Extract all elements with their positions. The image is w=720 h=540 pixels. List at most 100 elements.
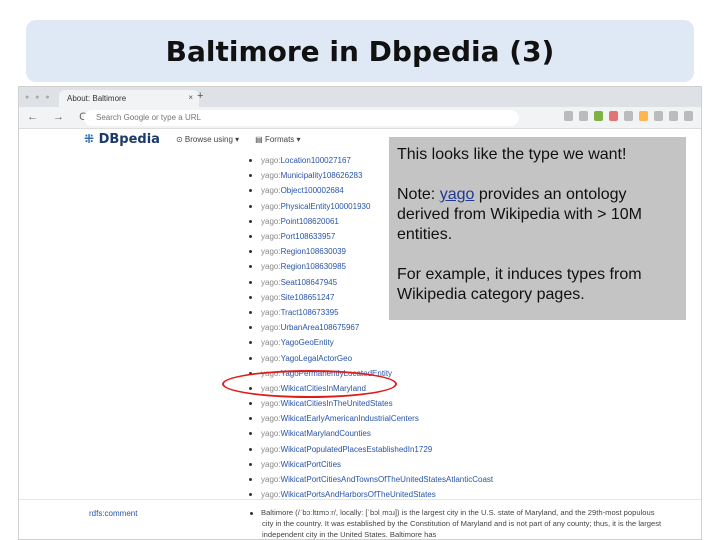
new-tab-button[interactable]: + bbox=[197, 90, 203, 102]
type-list-item: yago: WikicatPortCitiesAndTownsOfTheUnite… bbox=[249, 472, 689, 487]
type-link[interactable]: Region108630985 bbox=[281, 262, 346, 271]
list-bullet bbox=[249, 310, 252, 314]
window-controls-icon[interactable]: ● ● ● bbox=[25, 94, 52, 101]
extension-icon[interactable] bbox=[564, 111, 573, 121]
browser-tab[interactable]: About: Baltimore × bbox=[59, 90, 199, 107]
annotation-callout: This looks like the type we want! Note: … bbox=[389, 137, 686, 320]
callout-line-3: For example, it induces types from Wikip… bbox=[397, 266, 642, 303]
browse-label: Browse using bbox=[184, 135, 233, 144]
close-icon[interactable]: × bbox=[188, 93, 193, 102]
list-bullet bbox=[249, 280, 252, 284]
extension-icon[interactable] bbox=[684, 111, 693, 121]
description-body: Baltimore (/ˈbɔːltɪmɔːr/, locally: [ˈbɔl… bbox=[261, 508, 662, 539]
tab-title: About: Baltimore bbox=[67, 94, 127, 103]
type-list-item: yago: WikicatPortCities bbox=[249, 457, 689, 472]
list-bullet bbox=[249, 159, 252, 163]
browser-toolbar: ← → C Search Google or type a URL bbox=[19, 107, 701, 129]
type-prefix: yago: bbox=[261, 262, 281, 272]
type-link[interactable]: WikicatPortsAndHarborsOfTheUnitedStates bbox=[281, 490, 436, 499]
list-bullet bbox=[249, 250, 252, 254]
extension-icon[interactable] bbox=[594, 111, 603, 121]
type-link[interactable]: Object100002684 bbox=[281, 186, 344, 195]
type-prefix: yago: bbox=[261, 338, 281, 348]
list-bullet bbox=[249, 462, 252, 466]
address-bar[interactable]: Search Google or type a URL bbox=[84, 110, 519, 126]
type-link[interactable]: Port108633957 bbox=[281, 232, 336, 241]
list-bullet bbox=[249, 478, 252, 482]
list-bullet bbox=[249, 402, 252, 406]
type-link[interactable]: Tract108673395 bbox=[281, 308, 339, 317]
type-prefix: yago: bbox=[261, 171, 281, 181]
formats-menu[interactable]: ▤ Formats ▾ bbox=[255, 135, 300, 144]
list-bullet bbox=[249, 174, 252, 178]
callout-note-prefix: Note: bbox=[397, 186, 440, 203]
type-list-item: yago: WikicatPopulatedPlacesEstablishedIn… bbox=[249, 442, 689, 457]
tab-bar: ● ● ● About: Baltimore × + bbox=[19, 87, 701, 107]
type-link[interactable]: WikicatPopulatedPlacesEstablishedIn1729 bbox=[281, 445, 433, 454]
slide: Baltimore in Dbpedia (3) ● ● ● About: Ba… bbox=[0, 0, 720, 540]
type-prefix: yago: bbox=[261, 490, 281, 500]
type-link[interactable]: Site108651247 bbox=[281, 293, 335, 302]
type-link[interactable]: WikicatEarlyAmericanIndustrialCenters bbox=[281, 414, 419, 423]
type-link[interactable]: PhysicalEntity100001930 bbox=[281, 202, 371, 211]
type-prefix: yago: bbox=[261, 307, 281, 317]
type-prefix: yago: bbox=[261, 232, 281, 242]
type-prefix: yago: bbox=[261, 186, 281, 196]
list-bullet bbox=[249, 295, 252, 299]
type-prefix: yago: bbox=[261, 156, 281, 166]
type-list-item: yago: WikicatMarylandCounties bbox=[249, 426, 689, 441]
type-link[interactable]: Location100027167 bbox=[281, 156, 351, 165]
yago-link[interactable]: yago bbox=[440, 186, 475, 203]
list-bullet bbox=[249, 326, 252, 330]
extension-icon[interactable] bbox=[639, 111, 648, 121]
type-prefix: yago: bbox=[261, 353, 281, 363]
type-list-item: yago: YagoLegalActorGeo bbox=[249, 350, 689, 365]
type-link[interactable]: UrbanArea108675967 bbox=[281, 323, 360, 332]
highlight-ellipse bbox=[222, 370, 397, 398]
browse-using-menu[interactable]: ⊙ Browse using ▾ bbox=[176, 135, 239, 144]
type-link[interactable]: YagoLegalActorGeo bbox=[281, 354, 352, 363]
type-prefix: yago: bbox=[261, 277, 281, 287]
extension-icon[interactable] bbox=[579, 111, 588, 121]
list-bullet bbox=[249, 417, 252, 421]
type-link[interactable]: WikicatPortCities bbox=[281, 460, 341, 469]
type-prefix: yago: bbox=[261, 323, 281, 333]
callout-line-2: Note: yago provides an ontology derived … bbox=[397, 185, 678, 245]
list-bullet bbox=[249, 189, 252, 193]
type-prefix: yago: bbox=[261, 399, 281, 409]
extension-icon[interactable] bbox=[669, 111, 678, 121]
type-prefix: yago: bbox=[261, 459, 281, 469]
extension-icon[interactable] bbox=[654, 111, 663, 121]
logo-text: DBpedia bbox=[98, 132, 160, 147]
description-bullet bbox=[250, 511, 253, 515]
extension-icon[interactable] bbox=[609, 111, 618, 121]
slide-title: Baltimore in Dbpedia (3) bbox=[165, 34, 555, 68]
footer-divider bbox=[19, 499, 701, 500]
type-prefix: yago: bbox=[261, 247, 281, 257]
dbpedia-logo[interactable]: ⁜ DBpedia bbox=[84, 132, 160, 147]
type-prefix: yago: bbox=[261, 201, 281, 211]
type-link[interactable]: WikicatCitiesInTheUnitedStates bbox=[281, 399, 393, 408]
extension-icons bbox=[564, 111, 693, 121]
extension-icon[interactable] bbox=[624, 111, 633, 121]
description-text: Baltimore (/ˈbɔːltɪmɔːr/, locally: [ˈbɔl… bbox=[250, 507, 662, 539]
rdfs-comment-property[interactable]: rdfs:comment bbox=[89, 509, 137, 518]
type-list-item: yago: WikicatPortsAndHarborsOfTheUnitedSt… bbox=[249, 487, 689, 502]
type-prefix: yago: bbox=[261, 292, 281, 302]
list-bullet bbox=[249, 493, 252, 497]
list-bullet bbox=[249, 356, 252, 360]
list-bullet bbox=[249, 447, 252, 451]
type-link[interactable]: Seat108647945 bbox=[281, 278, 338, 287]
list-bullet bbox=[249, 219, 252, 223]
type-list-item: yago: WikicatCitiesInTheUnitedStates bbox=[249, 396, 689, 411]
type-link[interactable]: Municipality108626283 bbox=[281, 171, 363, 180]
type-link[interactable]: WikicatMarylandCounties bbox=[281, 429, 371, 438]
type-prefix: yago: bbox=[261, 444, 281, 454]
type-prefix: yago: bbox=[261, 414, 281, 424]
type-link[interactable]: Point108620061 bbox=[281, 217, 339, 226]
list-bullet bbox=[249, 341, 252, 345]
type-list-item: yago: YagoGeoEntity bbox=[249, 335, 689, 350]
type-link[interactable]: Region108630039 bbox=[281, 247, 346, 256]
type-link[interactable]: WikicatPortCitiesAndTownsOfTheUnitedStat… bbox=[281, 475, 494, 484]
type-link[interactable]: YagoGeoEntity bbox=[281, 338, 334, 347]
